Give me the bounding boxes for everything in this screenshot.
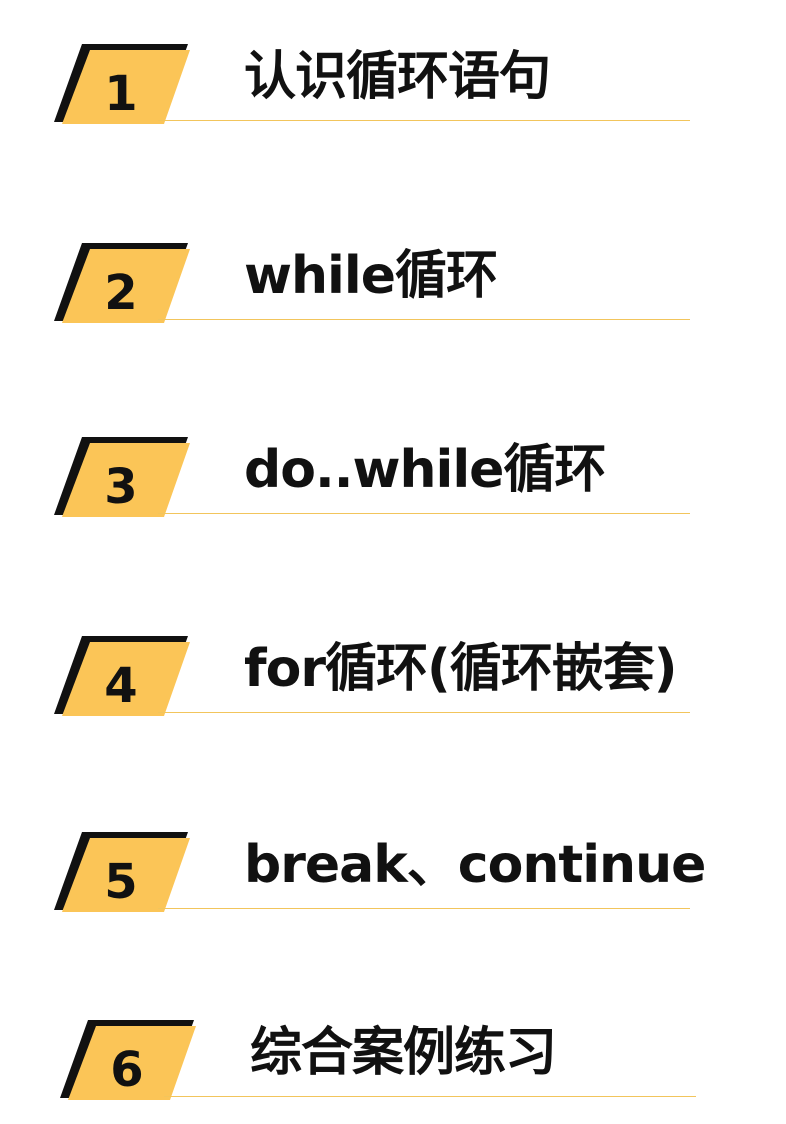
- toc-item-4: 4 for循环(循环嵌套): [0, 632, 786, 722]
- badge-number: 2: [104, 265, 138, 321]
- toc-title: for循环(循环嵌套): [244, 639, 678, 699]
- badge-number: 1: [104, 66, 138, 122]
- toc-item-2: 2 while循环: [0, 239, 786, 329]
- toc-title: break、continue: [244, 835, 706, 895]
- toc-item-1: 1 认识循环语句: [0, 40, 786, 130]
- toc-item-6: 6 综合案例练习: [6, 1016, 786, 1106]
- toc-title: 综合案例练习: [250, 1023, 557, 1083]
- title-underline: [158, 319, 690, 320]
- badge-number: 6: [110, 1042, 144, 1098]
- title-underline: [158, 908, 690, 909]
- toc-title: while循环: [244, 246, 498, 306]
- badge-number: 3: [104, 459, 138, 515]
- toc-title: 认识循环语句: [244, 47, 551, 107]
- title-underline: [158, 712, 690, 713]
- title-underline: [158, 120, 690, 121]
- title-underline: [158, 513, 690, 514]
- title-underline: [164, 1096, 696, 1097]
- toc-item-3: 3 do..while循环: [0, 433, 786, 523]
- badge-number: 4: [104, 658, 138, 714]
- toc-item-5: 5 break、continue: [0, 828, 786, 918]
- badge-number: 5: [104, 854, 138, 910]
- toc-title: do..while循环: [244, 440, 606, 500]
